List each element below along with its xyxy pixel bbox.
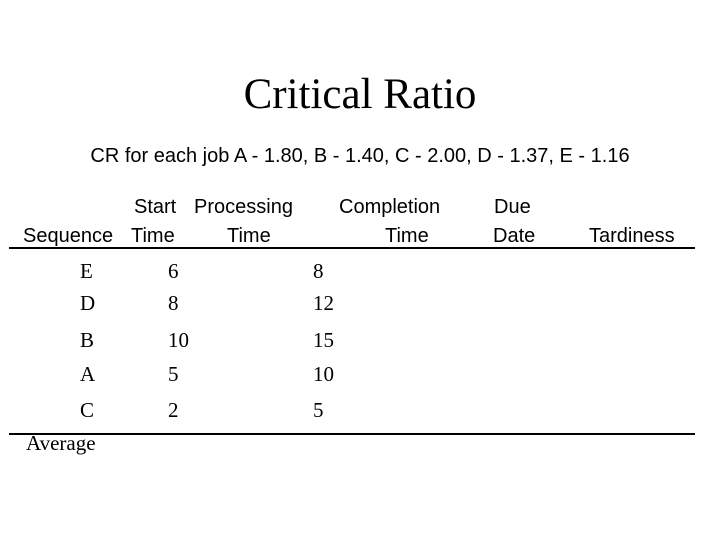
footer-divider xyxy=(9,433,695,435)
header-tardiness: Tardiness xyxy=(589,225,675,247)
critical-ratio-summary: CR for each job A - 1.80, B - 1.40, C - … xyxy=(90,145,630,167)
cell-job: A xyxy=(80,362,96,386)
cell-start: 5 xyxy=(168,362,179,386)
cell-processing: 10 xyxy=(313,362,334,386)
cell-job: C xyxy=(80,398,95,422)
slide-title: Critical Ratio xyxy=(243,71,477,118)
header-start-line1: Start xyxy=(134,196,177,218)
header-divider xyxy=(9,247,695,249)
header-completion-line1: Completion xyxy=(339,196,441,218)
cell-start: 6 xyxy=(168,259,179,283)
cell-start: 8 xyxy=(168,291,179,315)
cell-processing: 5 xyxy=(313,398,324,422)
cell-processing: 8 xyxy=(313,259,324,283)
header-completion-line2: Time xyxy=(385,225,429,247)
cell-start: 10 xyxy=(168,328,189,352)
cell-job: E xyxy=(80,259,93,283)
cell-job: D xyxy=(80,291,96,315)
header-start-line2: Time xyxy=(131,225,175,247)
header-processing-line1: Processing xyxy=(194,196,293,218)
header-due-line1: Due xyxy=(494,196,531,218)
header-sequence: Sequence xyxy=(23,225,114,247)
cell-start: 2 xyxy=(168,398,179,422)
cell-job: B xyxy=(80,328,95,352)
header-due-line2: Date xyxy=(493,225,536,247)
cell-processing: 12 xyxy=(313,291,334,315)
average-label: Average xyxy=(26,431,96,455)
header-processing-line2: Time xyxy=(227,225,271,247)
cell-processing: 15 xyxy=(313,328,334,352)
